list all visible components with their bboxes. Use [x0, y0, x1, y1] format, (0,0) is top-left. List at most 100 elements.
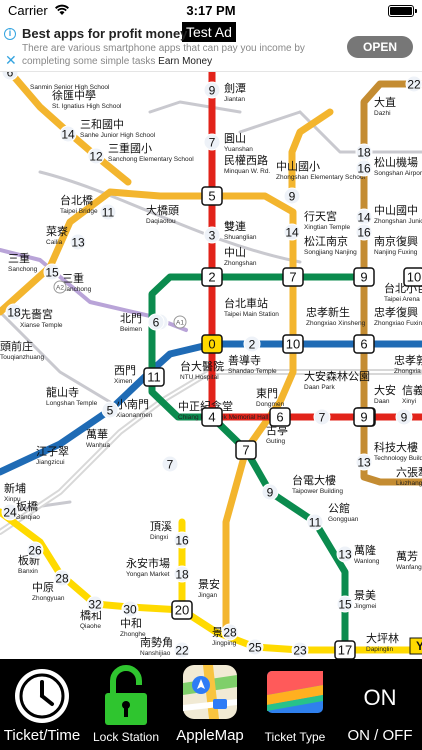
transfer-badge[interactable]: 7 [235, 440, 257, 460]
ad-banner[interactable]: Test Ad i ✕ Best apps for profit money T… [0, 22, 422, 72]
station-label[interactable]: 中和Zhonghe [120, 617, 146, 638]
apple-map-button[interactable]: AppleMap [168, 659, 252, 750]
transfer-badge[interactable]: 6 [353, 334, 375, 354]
metro-map[interactable]: 劍潭 Jiantan 圓山 Yuanshan 民權西路 Minquan W. Rd. 雙連 S… [0, 72, 422, 659]
station-badge[interactable]: 26 [26, 541, 44, 559]
station-badge[interactable]: 5 [101, 401, 119, 419]
cutoff-badge[interactable]: Y [409, 637, 422, 655]
station-badge[interactable]: 11 [306, 513, 324, 531]
station-label[interactable]: 信義Xinyi [402, 383, 422, 405]
station-label[interactable]: 松江南京Songjiang Nanjing [304, 234, 357, 256]
transfer-badge[interactable]: 7 [282, 267, 304, 287]
station-label[interactable]: 忠孝復興Zhongxiao Fuxing [374, 306, 422, 327]
station-badge[interactable]: 7 [161, 455, 179, 473]
station-label[interactable]: 小南門Xiaonanmen [116, 398, 153, 419]
station-label[interactable]: 台大醫院NTU Hospital [180, 359, 224, 381]
station-badge[interactable]: 13 [69, 233, 87, 251]
station-badge[interactable]: 22 [405, 75, 422, 93]
station-label[interactable]: 北門Beimen [120, 312, 142, 333]
station-badge[interactable]: 23 [291, 641, 309, 659]
station-label[interactable]: 菜寮Cailia [46, 224, 68, 246]
station-label[interactable]: 板橋Banqiao [16, 499, 40, 521]
station-label[interactable]: 六張犁Liuzhang [396, 465, 422, 487]
station-badge[interactable]: 18 [355, 143, 373, 161]
station-label[interactable]: 大安森林公園Daan Park [304, 369, 370, 391]
station-label[interactable]: 忠孝敦Zhongxia [394, 353, 422, 375]
station-label[interactable]: Sanmin Senior High School [30, 84, 110, 91]
station-label[interactable]: 景安Jingan [198, 577, 220, 599]
station-label[interactable]: 民權西路Minquan W. Rd. [224, 154, 270, 175]
station-badge[interactable]: 9 [261, 483, 279, 501]
station-label[interactable]: 善導寺Shandao Temple [228, 353, 277, 375]
station-label[interactable]: 萬華Wanhua [86, 428, 110, 449]
station-label[interactable]: 雙連Shuanglian [224, 219, 257, 241]
station-label[interactable]: 西門Ximen [114, 364, 136, 385]
ticket-time-button[interactable]: Ticket/Time [0, 659, 84, 750]
station-badge[interactable]: 30 [121, 600, 139, 618]
transfer-badge[interactable]: 0 [201, 334, 223, 354]
station-badge[interactable]: 18 [173, 565, 191, 583]
transfer-badge[interactable]: 17 [334, 640, 356, 659]
station-label[interactable]: 圓山Yuanshan [224, 132, 253, 153]
station-badge[interactable]: 9 [395, 408, 413, 426]
station-badge[interactable]: 14 [283, 223, 301, 241]
station-badge[interactable]: 6 [147, 313, 165, 331]
station-badge[interactable]: 7 [313, 408, 331, 426]
station-label[interactable]: 三重國小Sanchong Elementary School [108, 141, 194, 163]
station-badge[interactable]: 9 [283, 187, 301, 205]
station-label[interactable]: 行天宮Xingtian Temple [304, 209, 351, 231]
station-label[interactable]: 台北橋Taipei Bridge [60, 193, 98, 215]
station-badge[interactable]: 14 [355, 208, 373, 226]
station-label[interactable]: 松山機場Songshan Airport [374, 155, 422, 177]
station-badge[interactable]: 7 [203, 133, 221, 151]
station-label[interactable]: 三和國中Sanhe Junior High School [80, 118, 156, 139]
station-badge[interactable]: 9 [203, 81, 221, 99]
station-label[interactable]: 台電大樓Taipower Building [292, 473, 343, 495]
station-label[interactable]: 萬芳Wanfang [396, 549, 422, 571]
station-badge[interactable]: 3 [203, 226, 221, 244]
station-badge[interactable]: 11 [99, 203, 117, 221]
station-label[interactable]: 三重Sanchong [62, 271, 92, 293]
station-badge[interactable]: 16 [173, 531, 191, 549]
station-badge[interactable]: 12 [87, 147, 105, 165]
station-badge[interactable]: 13 [355, 453, 373, 471]
station-label[interactable]: 先嗇宮Xianse Temple [20, 307, 63, 329]
station-badge[interactable]: 18 [5, 303, 23, 321]
station-label[interactable]: 科技大樓Technology Building [374, 440, 422, 462]
station-badge[interactable]: 2 [243, 335, 261, 353]
station-label[interactable]: 大安Daan [374, 383, 396, 405]
station-label[interactable]: 江子翠Jiangzicui [36, 445, 69, 466]
station-badge[interactable]: 16 [355, 159, 373, 177]
station-badge[interactable]: 13 [336, 545, 354, 563]
station-label[interactable]: 大直Dazhi [374, 95, 396, 117]
transfer-badge[interactable]: 2 [201, 267, 223, 287]
station-label[interactable]: 忠孝新生Zhongxiao Xinsheng [306, 305, 366, 327]
ticket-type-button[interactable]: Ticket Type [252, 659, 338, 750]
station-label[interactable]: 南京復興Nanjing Fuxing [374, 234, 418, 256]
metro-map-canvas[interactable]: 劍潭Jiantan 圓山Yuanshan民權西路Minquan W. Rd. 雙連S… [0, 72, 422, 659]
transfer-badge[interactable]: 20 [171, 600, 193, 620]
ad-close-icon[interactable]: ✕ [5, 52, 17, 69]
on-off-toggle[interactable]: ON ON / OFF [338, 659, 422, 750]
ad-info-icon[interactable]: i [4, 28, 16, 40]
ad-open-button[interactable]: OPEN [347, 36, 413, 58]
station-badge[interactable]: 15 [43, 263, 61, 281]
station-label[interactable]: 台北車站Taipei Main Station [224, 296, 279, 318]
transfer-badge[interactable]: 6 [269, 407, 291, 427]
station-label[interactable]: 南勢角Nanshijiao [140, 635, 173, 657]
station-badge[interactable]: 22 [173, 641, 191, 659]
station-badge[interactable]: 14 [59, 125, 77, 143]
station-label[interactable]: 萬隆Wanlong [354, 543, 380, 565]
station-label[interactable]: 頂溪Dingxi [150, 520, 172, 541]
station-label[interactable]: 劍潭Jiantan [224, 81, 246, 103]
station-badge[interactable]: 15 [336, 595, 354, 613]
transfer-badge[interactable]: 4 [201, 407, 223, 427]
station-label[interactable]: 永安市場Yongan Market [126, 556, 170, 578]
transfer-badge[interactable]: 9 [353, 407, 375, 427]
station-badge[interactable]: 28 [221, 623, 239, 641]
station-label[interactable]: 中山國小Zhongshan Elementary School [276, 160, 365, 181]
station-label[interactable]: 公館Gongguan [328, 501, 359, 523]
station-badge[interactable]: 28 [53, 569, 71, 587]
transfer-badge[interactable]: 10 [282, 334, 304, 354]
station-label[interactable]: 三重Sanchong [8, 251, 38, 273]
